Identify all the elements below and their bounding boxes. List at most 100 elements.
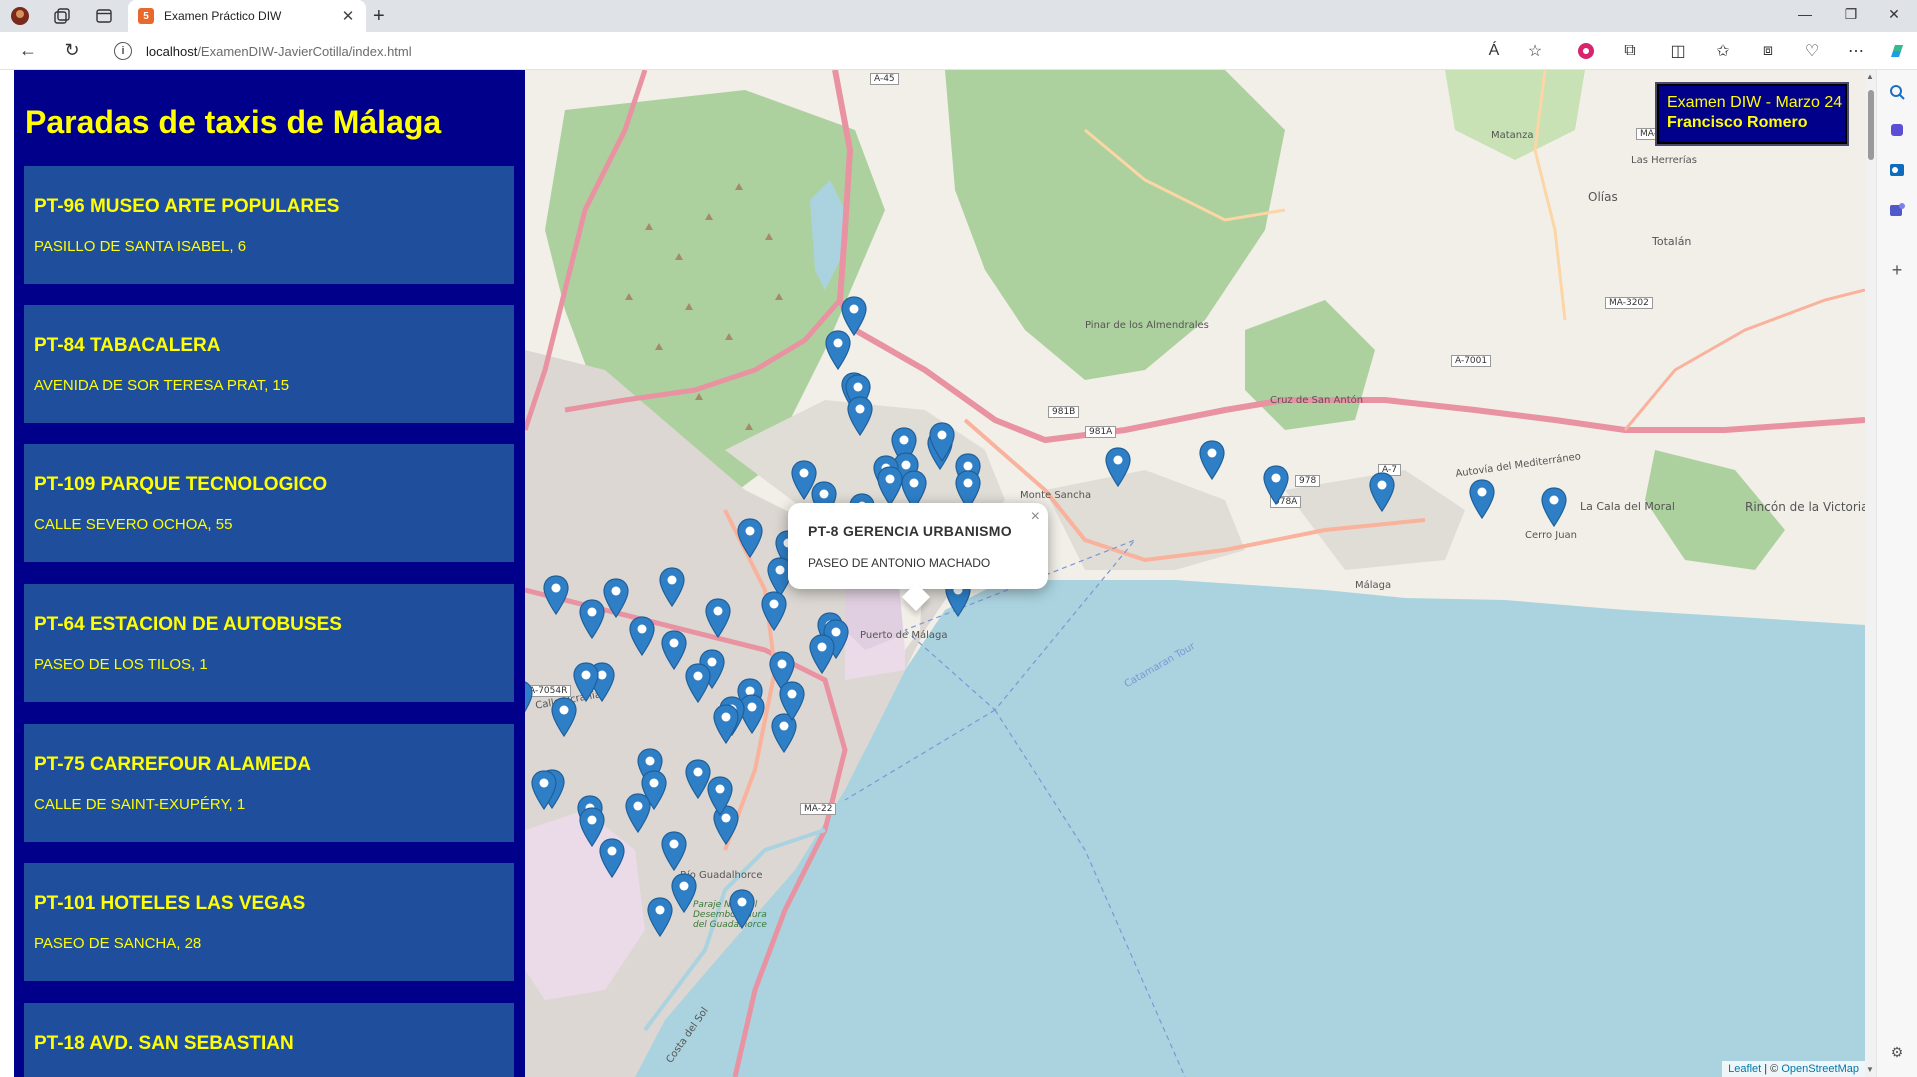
address-bar[interactable]: i localhost/ExamenDIW-JavierCotilla/inde… xyxy=(104,36,1549,66)
html5-icon: 5 xyxy=(138,8,154,24)
info-line1: Examen DIW - Marzo 24 xyxy=(1667,94,1843,111)
read-aloud-icon[interactable]: Á xyxy=(1483,40,1505,62)
taxi-stop-marker[interactable] xyxy=(1263,465,1289,505)
taxi-stop-marker[interactable] xyxy=(809,634,835,674)
road-shield: A-7001 xyxy=(1451,355,1492,367)
taxi-stop-marker[interactable] xyxy=(779,681,805,721)
taxi-stop-marker[interactable] xyxy=(551,697,577,737)
collections-icon[interactable]: ⧈ xyxy=(1757,40,1779,62)
taxi-stop-marker[interactable] xyxy=(1541,487,1567,527)
performance-icon[interactable]: ♡ xyxy=(1801,40,1823,62)
stop-address: AVENIDA DE SOR TERESA PRAT, 15 xyxy=(34,377,290,394)
map-label-cruz-san-anton: Cruz de San Antón xyxy=(1270,395,1364,406)
stop-card[interactable]: PT-64 ESTACION DE AUTOBUSES PASEO DE LOS… xyxy=(24,584,514,702)
map-label-puerto: Puerto de Málaga xyxy=(860,630,948,641)
taxi-stop-marker[interactable] xyxy=(599,838,625,878)
add-sidebar-app-icon[interactable]: + xyxy=(1887,260,1907,280)
taxi-stop-marker[interactable] xyxy=(603,578,629,618)
stop-card[interactable]: PT-75 CARREFOUR ALAMEDA CALLE DE SAINT-E… xyxy=(24,724,514,842)
more-menu-icon[interactable]: ⋯ xyxy=(1845,40,1867,62)
stop-address: CALLE SEVERO OCHOA, 55 xyxy=(34,516,233,533)
url-path: /ExamenDIW-JavierCotilla/index.html xyxy=(197,43,412,59)
search-icon[interactable] xyxy=(1887,82,1907,102)
taxi-stop-marker[interactable] xyxy=(685,759,711,799)
favorite-star-icon[interactable]: ☆ xyxy=(1524,40,1546,62)
exam-info-box: Examen DIW - Marzo 24 Francisco Romero xyxy=(1657,84,1847,144)
popup-close-icon[interactable]: × xyxy=(1031,508,1040,526)
stop-address: PASEO DE SANCHA, 28 xyxy=(34,935,202,952)
minimize-icon[interactable]: — xyxy=(1785,6,1825,22)
browser-tab[interactable]: 5 Examen Práctico DIW ✕ xyxy=(128,0,366,32)
map-label-cala-moral: La Cala del Moral xyxy=(1580,500,1675,513)
page-scrollbar[interactable]: ▲ ▼ xyxy=(1865,70,1876,1077)
taxi-stop-marker[interactable] xyxy=(1199,440,1225,480)
taxi-stop-marker[interactable] xyxy=(531,770,557,810)
outlook-icon[interactable] xyxy=(1887,160,1907,180)
back-icon[interactable]: ← xyxy=(16,40,40,61)
taxi-stop-marker[interactable] xyxy=(661,630,687,670)
osm-link[interactable]: OpenStreetMap xyxy=(1781,1063,1859,1075)
shopping-icon[interactable] xyxy=(1887,120,1907,140)
map-popup[interactable]: × PT-8 GERENCIA URBANISMO PASEO DE ANTON… xyxy=(788,503,1048,612)
tab-actions-icon[interactable] xyxy=(94,6,114,26)
taxi-stop-marker[interactable] xyxy=(671,873,697,913)
teams-icon[interactable] xyxy=(1887,200,1907,220)
copilot-icon[interactable] xyxy=(1886,40,1908,62)
taxi-stop-marker[interactable] xyxy=(573,662,599,702)
stop-name: PT-18 AVD. SAN SEBASTIAN xyxy=(34,1033,294,1054)
refresh-icon[interactable]: ↻ xyxy=(60,40,84,61)
map-label-olias: Olías xyxy=(1588,190,1618,204)
site-info-icon[interactable]: i xyxy=(114,42,132,60)
favorites-icon[interactable]: ✩ xyxy=(1712,40,1734,62)
copilot-extension-icon[interactable] xyxy=(1575,40,1597,62)
profile-avatar-icon[interactable] xyxy=(10,6,30,26)
stop-card[interactable]: PT-84 TABACALERA AVENIDA DE SOR TERESA P… xyxy=(24,305,514,423)
browser-titlebar: 5 Examen Práctico DIW ✕ + — ❐ ✕ xyxy=(0,0,1917,32)
taxi-stop-marker[interactable] xyxy=(579,599,605,639)
taxi-stop-marker[interactable] xyxy=(625,793,651,833)
map-label-matanza: Matanza xyxy=(1491,130,1534,141)
taxi-stops-sidebar[interactable]: Paradas de taxis de Málaga PT-96 MUSEO A… xyxy=(14,70,525,1077)
leaflet-link[interactable]: Leaflet xyxy=(1728,1063,1761,1075)
taxi-stop-marker[interactable] xyxy=(761,591,787,631)
taxi-stop-marker[interactable] xyxy=(1469,479,1495,519)
extensions-icon[interactable]: ⧉ xyxy=(1619,40,1641,62)
stop-name: PT-75 CARREFOUR ALAMEDA xyxy=(34,754,311,775)
workspaces-icon[interactable] xyxy=(52,6,72,26)
road-shield: MA-22 xyxy=(800,803,837,815)
settings-gear-icon[interactable]: ⚙ xyxy=(1887,1042,1907,1062)
map-attribution: Leaflet | © OpenStreetMap xyxy=(1722,1061,1865,1077)
taxi-stop-marker[interactable] xyxy=(543,575,569,615)
restore-icon[interactable]: ❐ xyxy=(1831,6,1871,23)
url-text[interactable]: localhost/ExamenDIW-JavierCotilla/index.… xyxy=(146,44,412,59)
taxi-stop-marker[interactable] xyxy=(825,330,851,370)
taxi-stop-marker[interactable] xyxy=(1105,447,1131,487)
taxi-stop-marker[interactable] xyxy=(661,831,687,871)
taxi-stop-marker[interactable] xyxy=(647,897,673,937)
taxi-stop-marker[interactable] xyxy=(705,598,731,638)
stop-card[interactable]: PT-96 MUSEO ARTE POPULARES PASILLO DE SA… xyxy=(24,166,514,284)
split-screen-icon[interactable]: ◫ xyxy=(1667,40,1689,62)
scroll-down-icon[interactable]: ▼ xyxy=(1866,1065,1874,1074)
leaflet-map[interactable]: Olías Totalán La Cala del Moral Rincón d… xyxy=(525,70,1865,1077)
stop-card[interactable]: PT-101 HOTELES LAS VEGAS PASEO DE SANCHA… xyxy=(24,863,514,981)
taxi-stop-marker[interactable] xyxy=(929,422,955,462)
taxi-stop-marker[interactable] xyxy=(877,466,903,506)
taxi-stop-marker[interactable] xyxy=(629,616,655,656)
new-tab-icon[interactable]: + xyxy=(373,5,385,28)
close-window-icon[interactable]: ✕ xyxy=(1874,6,1914,23)
taxi-stop-marker[interactable] xyxy=(729,889,755,929)
taxi-stop-marker[interactable] xyxy=(685,663,711,703)
scrollbar-thumb[interactable] xyxy=(1868,90,1874,160)
taxi-stop-marker[interactable] xyxy=(737,518,763,558)
taxi-stop-marker[interactable] xyxy=(847,396,873,436)
taxi-stop-marker[interactable] xyxy=(713,704,739,744)
taxi-stop-marker[interactable] xyxy=(659,567,685,607)
stop-card[interactable]: PT-109 PARQUE TECNOLOGICO CALLE SEVERO O… xyxy=(24,444,514,562)
stop-card[interactable]: PT-18 AVD. SAN SEBASTIAN xyxy=(24,1003,514,1077)
stop-name: PT-109 PARQUE TECNOLOGICO xyxy=(34,474,328,495)
scroll-up-icon[interactable]: ▲ xyxy=(1866,72,1874,81)
taxi-stop-marker[interactable] xyxy=(1369,472,1395,512)
tab-close-icon[interactable]: ✕ xyxy=(338,7,358,25)
taxi-stop-marker[interactable] xyxy=(525,680,533,720)
